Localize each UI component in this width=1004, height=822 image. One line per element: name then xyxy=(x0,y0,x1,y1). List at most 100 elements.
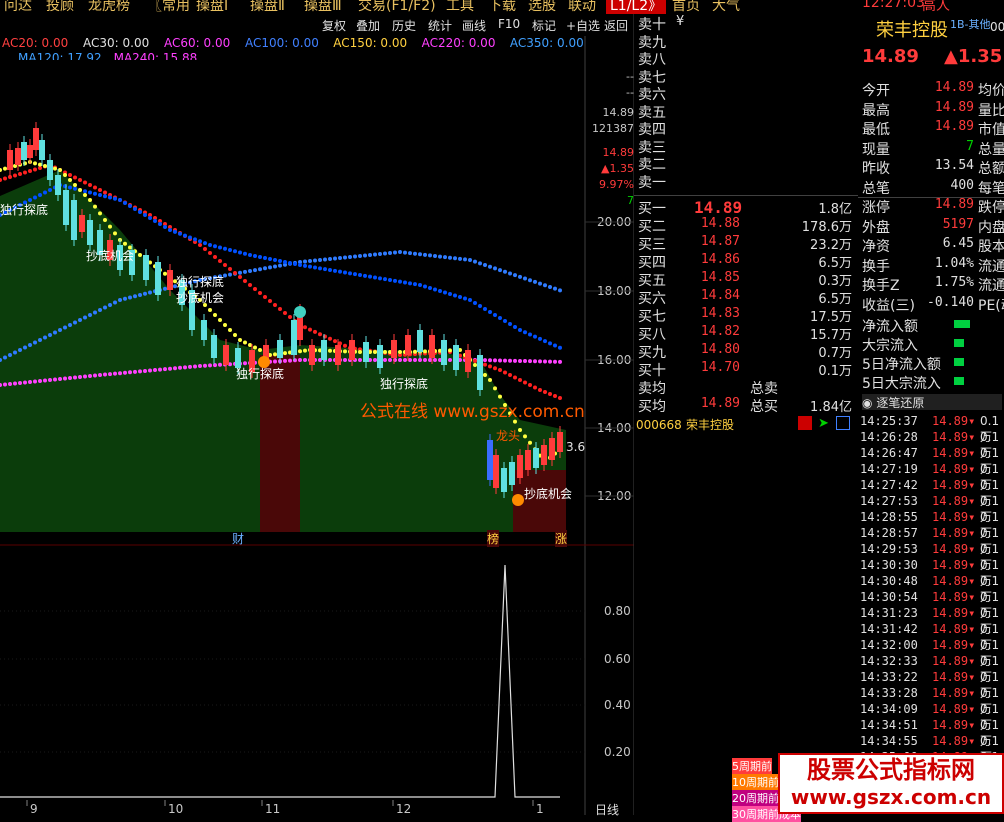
ma-dot xyxy=(368,253,372,257)
ma-dot xyxy=(308,259,312,263)
candle-body xyxy=(71,200,77,240)
quote-value: 13.54 xyxy=(934,158,974,173)
ma-dot xyxy=(193,364,197,369)
ma-dot xyxy=(333,256,337,261)
ma-dot xyxy=(203,241,207,246)
period-label[interactable]: 日线 xyxy=(595,801,619,818)
ad-line1: 股票公式指标网 xyxy=(807,756,975,784)
ma-dot xyxy=(423,358,427,362)
ma-dot xyxy=(98,373,102,377)
ma-dot xyxy=(133,207,137,211)
chip-code: 000668 xyxy=(636,418,682,432)
ma-dot xyxy=(253,254,257,258)
play-icon[interactable] xyxy=(798,416,812,430)
menu-item-14[interactable]: 大气 xyxy=(712,0,740,14)
ma-dot xyxy=(93,185,97,190)
tick-price: 14.89▾ xyxy=(932,510,976,524)
ma-dot xyxy=(103,190,107,195)
ma-dot xyxy=(528,383,532,387)
tick-price: 14.89▾ xyxy=(932,462,976,476)
tick-price: 14.89▾ xyxy=(932,478,976,492)
ma-dot xyxy=(118,371,122,376)
ma-dot xyxy=(78,178,82,182)
orderbook-price: 14.87 xyxy=(700,234,740,249)
signal-label: 独行探底 xyxy=(176,274,224,289)
quote-label-2: 市值 xyxy=(978,122,1004,138)
ma-dot xyxy=(318,266,322,271)
orderbook-level: 买八 xyxy=(638,327,666,343)
tick-row: 14:27:53 14.89▾ 0.1万 xyxy=(858,494,1004,524)
candle-body xyxy=(377,345,383,368)
orderbook-sell-row: 卖二 xyxy=(634,154,858,173)
ma-dot xyxy=(203,363,207,368)
tick-row: 14:26:47 14.89▾ 0.1万 xyxy=(858,446,1004,476)
ma-dot xyxy=(148,216,152,220)
orderbook-buy-row: 买一 14.89 1.8亿 xyxy=(634,198,858,217)
ma-dot xyxy=(238,275,242,279)
ma-dot xyxy=(473,359,477,363)
tick-time: 14:30:54 xyxy=(860,590,918,604)
ma-dot xyxy=(43,190,47,195)
quote-label: 换手Z xyxy=(862,278,900,294)
ma-dot xyxy=(543,283,547,288)
candle-body xyxy=(211,335,217,358)
orderbook-price: 14.86 xyxy=(700,252,740,267)
ma-dot xyxy=(513,273,517,278)
ad-banner[interactable]: 股票公式指标网 www.gszx.com.cn xyxy=(778,753,1004,814)
tick-price: 14.89▾ xyxy=(932,702,976,716)
ma-dot xyxy=(538,359,542,364)
ma-dot xyxy=(118,198,122,202)
collapse-icon[interactable]: ◉ xyxy=(862,396,872,410)
menu-item-16[interactable]: 高人 xyxy=(922,0,950,14)
tick-row: 14:27:19 14.89▾ 0.1万 xyxy=(858,462,1004,492)
quote-label-2: 每笔 xyxy=(978,180,1004,197)
orderbook-price: 14.84 xyxy=(700,288,740,303)
ma-dot xyxy=(258,291,262,295)
orderbook-footer-label2: 总买 xyxy=(750,399,778,415)
ma-dot xyxy=(33,340,37,345)
orderbook-buy-row: 买四 14.86 6.5万 xyxy=(634,252,858,271)
ma-dot xyxy=(283,311,287,315)
tick-row: 14:32:33 14.89▾ 0.1万 xyxy=(858,654,1004,684)
menu-item-13[interactable]: 首页 xyxy=(672,0,700,14)
ma-dot xyxy=(538,281,542,286)
tick-time: 14:32:33 xyxy=(860,654,918,668)
ma-dot xyxy=(33,161,37,166)
orderbook-price: 14.88 xyxy=(700,216,740,231)
ma-dot xyxy=(13,350,17,355)
ma-dot xyxy=(88,190,92,195)
ma-dot xyxy=(88,374,92,378)
ma-dot xyxy=(43,378,47,383)
ma-dot xyxy=(108,224,112,229)
ma-dot xyxy=(328,336,332,341)
tick-list-header[interactable]: ◉ 逐笔还原 xyxy=(862,394,1002,410)
tick-row: 14:31:23 14.89▾ 0.1万 xyxy=(858,606,1004,636)
ma-dot xyxy=(498,358,502,363)
quote-label-2: 内盘 xyxy=(978,219,1004,236)
ma-dot xyxy=(163,286,167,291)
stock-tag: 1B-其他 xyxy=(950,18,991,31)
menu-item-15[interactable]: 12:27:03 xyxy=(862,0,925,11)
window-icon[interactable] xyxy=(836,416,850,430)
ma-dot xyxy=(503,269,507,274)
ma-dot xyxy=(278,259,282,263)
ma-dot xyxy=(183,365,187,370)
ma-dot xyxy=(223,263,227,267)
ma-dot xyxy=(343,255,347,260)
arrow-icon[interactable]: ➤ xyxy=(818,416,829,431)
ma-dot xyxy=(73,183,77,187)
tick-row: 14:27:42 14.89▾ 0.1万 xyxy=(858,478,1004,508)
tick-time: 14:31:42 xyxy=(860,622,918,636)
date-tick: 10 xyxy=(168,802,183,815)
ma-dot xyxy=(68,323,72,327)
quote-value: 400 xyxy=(950,177,974,193)
tick-time: 14:33:28 xyxy=(860,686,918,700)
ma-dot xyxy=(23,380,27,385)
orderbook-sell-row: 卖一 xyxy=(634,172,858,191)
ma-dot xyxy=(483,263,487,268)
ma-dot xyxy=(3,176,7,181)
quote-row: 昨收 13.54 总额 xyxy=(858,158,1004,177)
chip-name: 荣丰控股 xyxy=(685,418,734,432)
ma-dot xyxy=(493,266,497,271)
ma-dot xyxy=(373,275,377,280)
